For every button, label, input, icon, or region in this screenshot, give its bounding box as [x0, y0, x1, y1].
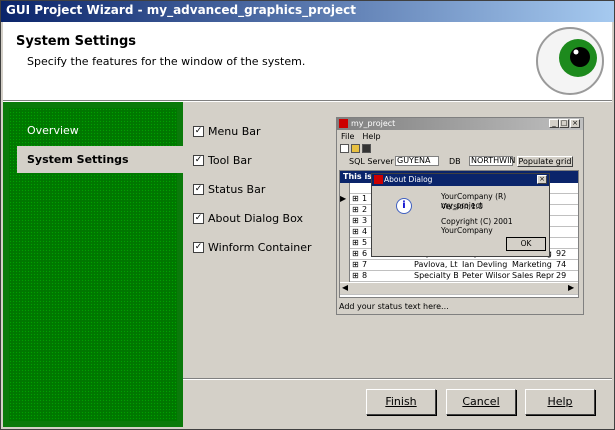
window-titlebar: GUI Project Wizard - my_advanced_graphic… [0, 0, 615, 22]
checkbox-checked[interactable] [193, 154, 204, 166]
page-subtitle: Specify the features for the window of t… [27, 55, 306, 68]
option-label: Winform Container [208, 240, 312, 254]
preview-status-bar: Add your status text here... [339, 302, 449, 311]
close-icon: × [570, 119, 580, 128]
option-label: Menu Bar [208, 124, 261, 138]
eyeball-icon [536, 27, 604, 95]
sql-field: GUYENA [395, 156, 439, 166]
db-field: NORTHWIN [469, 156, 516, 166]
info-icon: i [396, 198, 412, 214]
db-label: DB [449, 157, 461, 166]
dialog-titlebar: About Dialog × [372, 174, 549, 186]
wizard-nav: Overview System Settings [3, 102, 183, 427]
preview-connection-row: SQL Server GUYENA DB NORTHWIN Populate g… [341, 156, 579, 167]
option-label: Status Bar [208, 182, 266, 196]
preview-title: my_project [351, 119, 396, 128]
table-row: ⊞8Specialty BisPeter WilsonSales Repres2… [340, 271, 578, 282]
nav-item-overview[interactable]: Overview [17, 117, 183, 144]
checkbox-checked[interactable] [193, 183, 204, 195]
close-icon: × [537, 175, 547, 184]
sql-label: SQL Server [349, 157, 394, 166]
dialog-ok-button: OK [506, 237, 546, 251]
option-tool-bar[interactable]: Tool Bar [193, 152, 252, 168]
menu-help: Help [362, 132, 381, 141]
option-label: Tool Bar [208, 153, 252, 167]
wizard-header: System Settings Specify the features for… [3, 22, 612, 100]
preview-menubar: File Help [341, 132, 389, 141]
about-dialog-preview: About Dialog × i YourCompany (R) my_proj… [371, 173, 550, 257]
app-icon [339, 119, 348, 128]
maximize-icon: □ [559, 119, 569, 128]
checkbox-checked[interactable] [193, 212, 204, 224]
new-icon [340, 144, 349, 153]
preview-titlebar: my_project _ □ × [337, 118, 583, 130]
option-label: About Dialog Box [208, 211, 303, 225]
app-icon [374, 175, 383, 184]
table-row: ⊞7Pavlova, Ltd.Ian DevlingMarketing Ma74 [340, 260, 578, 271]
populate-button: Populate grid [517, 156, 573, 167]
dialog-text: Copyright (C) 2001 YourCompany [441, 217, 513, 235]
window-title: GUI Project Wizard - my_advanced_graphic… [6, 3, 357, 17]
cancel-button[interactable]: Cancel [446, 389, 516, 415]
minimize-icon: _ [549, 119, 559, 128]
open-icon [351, 144, 360, 153]
option-status-bar[interactable]: Status Bar [193, 181, 265, 197]
preview-toolbar [340, 144, 373, 155]
grid-scrollbar: ◀ ▶ [340, 283, 578, 295]
dialog-text: Version 1.0 [441, 202, 483, 211]
finish-label: Finish [385, 395, 417, 408]
menu-file: File [341, 132, 355, 141]
option-about-dialog-box[interactable]: About Dialog Box [193, 210, 303, 226]
checkbox-checked[interactable] [193, 241, 204, 253]
cancel-label: Cancel [462, 395, 500, 408]
nav-item-system-settings[interactable]: System Settings [17, 146, 183, 173]
finish-button[interactable]: Finish [366, 389, 436, 415]
save-icon [362, 144, 371, 153]
option-menu-bar[interactable]: Menu Bar [193, 123, 261, 139]
page-title: System Settings [16, 34, 137, 49]
button-divider [183, 378, 612, 380]
option-winform-container[interactable]: Winform Container [193, 239, 312, 255]
dialog-title: About Dialog [384, 175, 433, 184]
help-button[interactable]: Help [525, 389, 595, 415]
checkbox-checked[interactable] [193, 125, 204, 137]
help-label: Help [547, 395, 573, 408]
